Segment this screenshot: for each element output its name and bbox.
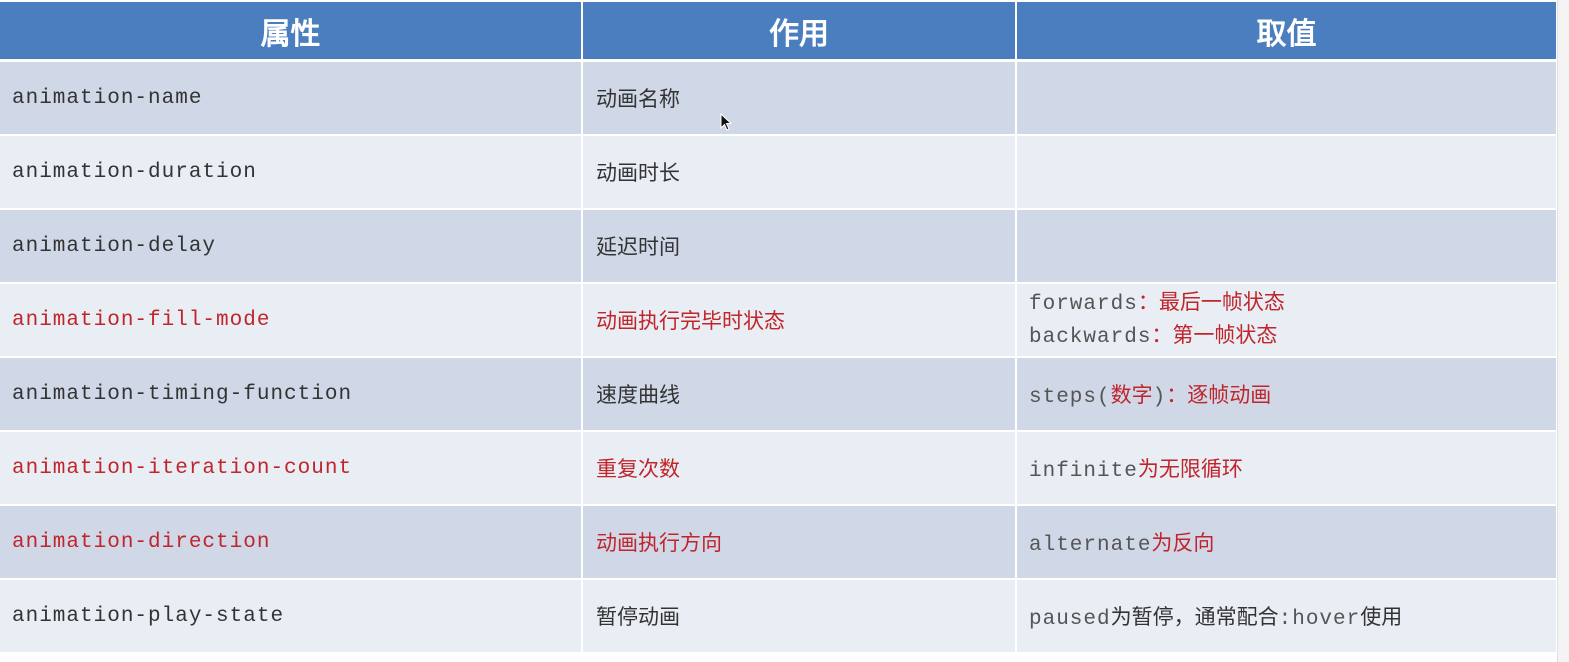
effect-cell: 暂停动画 [582,579,1017,654]
effect-cell: 动画执行完毕时状态 [582,283,1017,358]
value-line: backwards：第一帧状态 [1029,320,1544,353]
property-cell: animation-direction [0,505,583,580]
value-cell: steps(数字)：逐帧动画 [1016,357,1556,432]
value-text: 为反向 [1151,531,1215,555]
value-cell: alternate为反向 [1016,505,1556,580]
value-cell [1016,209,1556,284]
value-code: backwards [1029,326,1152,349]
value-code: :hover [1278,608,1361,631]
table-row: animation-direction 动画执行方向 alternate为反向 [0,505,1556,580]
value-cell: paused为暂停，通常配合:hover使用 [1016,579,1556,654]
value-cell [1016,135,1556,210]
table-row: animation-delay 延迟时间 [0,209,1556,284]
property-cell: animation-name [0,60,583,136]
animation-properties-table: 属性 作用 取值 animation-name 动画名称 animation-d… [0,2,1556,654]
value-text: 为无限循环 [1137,457,1243,481]
header-effect: 作用 [582,2,1017,62]
value-code: ) [1152,386,1167,409]
property-cell: animation-play-state [0,579,583,654]
property-cell: animation-duration [0,135,583,210]
property-cell: animation-iteration-count [0,431,583,506]
value-cell: infinite为无限循环 [1016,431,1556,506]
effect-cell: 重复次数 [582,431,1017,506]
header-value: 取值 [1016,2,1556,62]
property-cell: animation-delay [0,209,583,284]
effect-cell: 速度曲线 [582,357,1017,432]
effect-cell: 动画名称 [582,60,1017,136]
value-cell: forwards：最后一帧状态 backwards：第一帧状态 [1016,283,1556,358]
scrollbar[interactable] [1557,0,1569,662]
slide: 属性 作用 取值 animation-name 动画名称 animation-d… [0,0,1569,662]
table-row: animation-fill-mode 动画执行完毕时状态 forwards：最… [0,283,1556,358]
table-row: animation-name 动画名称 [0,60,1556,136]
effect-cell: 动画执行方向 [582,505,1017,580]
value-text: ：第一帧状态 [1151,323,1278,347]
table-row: animation-duration 动画时长 [0,135,1556,210]
value-code: forwards [1029,293,1138,316]
value-cell [1016,60,1556,136]
property-cell: animation-fill-mode [0,283,583,358]
value-text: 数字 [1110,383,1153,407]
table-header-row: 属性 作用 取值 [0,2,1556,62]
table-row: animation-play-state 暂停动画 paused为暂停，通常配合… [0,579,1556,654]
table-row: animation-timing-function 速度曲线 steps(数字)… [0,357,1556,432]
property-cell: animation-timing-function [0,357,583,432]
value-code: alternate [1029,534,1152,557]
value-text: 使用 [1360,605,1403,629]
value-text: ：逐帧动画 [1166,383,1272,407]
table-row: animation-iteration-count 重复次数 infinite为… [0,431,1556,506]
value-line: forwards：最后一帧状态 [1029,287,1544,320]
value-text: 为暂停，通常配合 [1110,605,1279,629]
mouse-pointer-icon [720,113,732,131]
effect-cell: 延迟时间 [582,209,1017,284]
effect-cell: 动画时长 [582,135,1017,210]
value-code: infinite [1029,460,1138,483]
value-text: ：最后一帧状态 [1137,290,1285,314]
header-property: 属性 [0,2,583,62]
value-code: steps( [1029,386,1111,409]
value-code: paused [1029,608,1111,631]
